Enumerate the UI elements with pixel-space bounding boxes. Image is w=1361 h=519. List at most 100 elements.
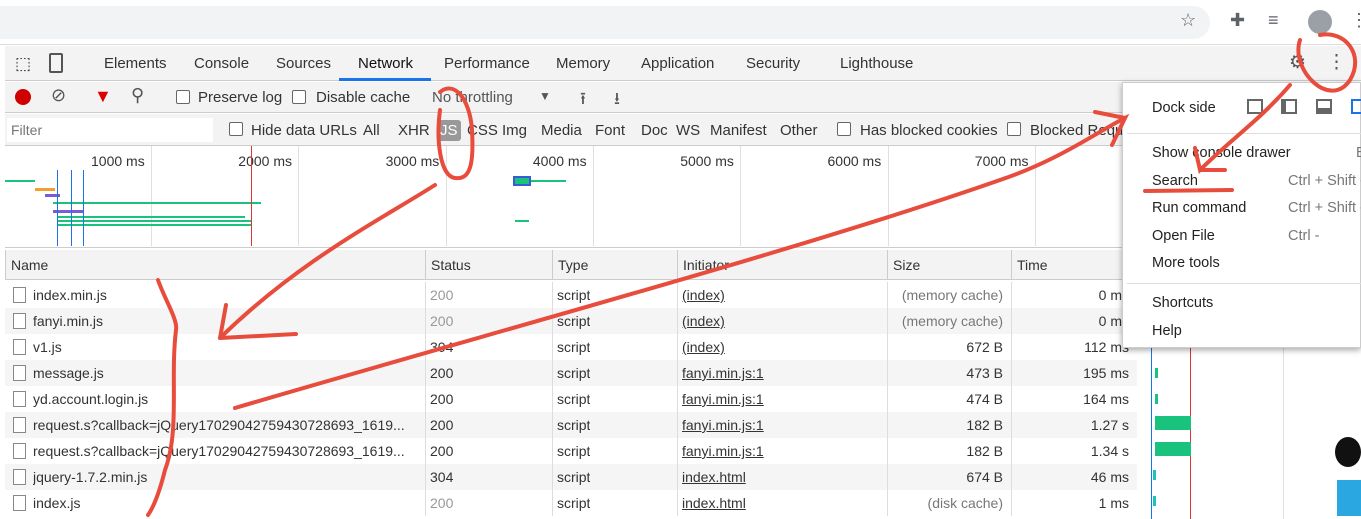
cell-initiator[interactable]: index.html bbox=[682, 495, 746, 511]
tab-memory[interactable]: Memory bbox=[556, 55, 610, 72]
table-row[interactable]: yd.account.login.js 200 script fanyi.min.js… bbox=[5, 386, 1137, 412]
tab-security[interactable]: Security bbox=[746, 55, 800, 72]
star-icon[interactable]: ☆ bbox=[1180, 10, 1196, 31]
column-divider bbox=[887, 490, 888, 516]
column-divider bbox=[552, 490, 553, 516]
dock-bottom-icon[interactable] bbox=[1316, 99, 1332, 114]
table-row[interactable]: request.s?callback=jQuery170290427594307… bbox=[5, 438, 1137, 464]
import-har-icon[interactable]: ⭱ bbox=[580, 86, 586, 115]
clear-icon[interactable]: ⊘ bbox=[51, 85, 66, 106]
export-har-icon[interactable]: ⭳ bbox=[614, 86, 620, 115]
column-header-type[interactable]: Type bbox=[552, 250, 677, 279]
column-header-size[interactable]: Size bbox=[887, 250, 1011, 279]
network-overview[interactable]: 1000 ms 2000 ms 3000 ms 4000 ms 5000 ms 6000 … bbox=[5, 146, 1137, 248]
inspect-icon[interactable]: ⬚ bbox=[15, 54, 31, 74]
filter-type-js[interactable]: JS bbox=[437, 120, 461, 141]
tab-lighthouse[interactable]: Lighthouse bbox=[840, 55, 913, 72]
grid-line bbox=[740, 146, 742, 246]
dock-right-icon[interactable] bbox=[1351, 99, 1361, 114]
filter-type-xhr[interactable]: XHR bbox=[398, 122, 430, 139]
filter-type-ws[interactable]: WS bbox=[676, 122, 700, 139]
column-divider bbox=[887, 360, 888, 386]
filter-input[interactable] bbox=[7, 118, 213, 142]
filter-type-font[interactable]: Font bbox=[595, 122, 625, 139]
menu-item-help[interactable]: Help bbox=[1152, 323, 1182, 339]
settings-gear-icon[interactable]: ⚙ bbox=[1289, 51, 1306, 74]
more-options-icon[interactable]: ⋮ bbox=[1327, 51, 1346, 74]
filter-type-doc[interactable]: Doc bbox=[641, 122, 668, 139]
avatar[interactable] bbox=[1308, 10, 1332, 34]
cell-size: 182 B bbox=[966, 443, 1003, 459]
preserve-log-checkbox[interactable] bbox=[176, 90, 190, 104]
column-header-status[interactable]: Status bbox=[425, 250, 552, 279]
more-icon[interactable]: ⋮ bbox=[1350, 10, 1361, 31]
filter-type-other[interactable]: Other bbox=[780, 122, 818, 139]
hide-data-urls-checkbox[interactable] bbox=[229, 122, 243, 136]
column-divider bbox=[677, 412, 678, 438]
column-divider bbox=[1011, 438, 1012, 464]
dropdown-arrow-icon[interactable]: ▼ bbox=[539, 89, 551, 103]
table-row[interactable]: fanyi.min.js 200 script (index) (memory cach… bbox=[5, 308, 1137, 334]
dock-undock-icon[interactable] bbox=[1247, 99, 1263, 114]
menu-item-more-tools[interactable]: More tools bbox=[1152, 255, 1220, 271]
column-divider bbox=[677, 490, 678, 516]
tab-network[interactable]: Network bbox=[358, 55, 413, 72]
filter-type-manifest[interactable]: Manifest bbox=[710, 122, 767, 139]
column-divider bbox=[425, 464, 426, 490]
tab-console[interactable]: Console bbox=[194, 55, 249, 72]
cell-initiator[interactable]: fanyi.min.js:1 bbox=[682, 365, 764, 381]
menu-item-shortcuts[interactable]: Shortcuts bbox=[1152, 295, 1213, 311]
filter-type-media[interactable]: Media bbox=[541, 122, 582, 139]
throttling-select[interactable]: No throttling bbox=[432, 89, 513, 106]
cell-initiator[interactable]: fanyi.min.js:1 bbox=[682, 417, 764, 433]
filter-type-img[interactable]: Img bbox=[502, 122, 527, 139]
address-bar[interactable] bbox=[0, 6, 1210, 39]
cell-name: request.s?callback=jQuery170290427594307… bbox=[33, 443, 405, 459]
table-row[interactable]: v1.js 304 script (index) 672 B 112 ms bbox=[5, 334, 1137, 360]
tab-performance[interactable]: Performance bbox=[444, 55, 530, 72]
filter-icon[interactable]: ▼ bbox=[94, 86, 112, 107]
column-header-label: Name bbox=[11, 257, 49, 273]
table-row[interactable]: index.js 200 script index.html (disk cache) 1… bbox=[5, 490, 1137, 516]
column-header-initiator[interactable]: Initiator bbox=[677, 250, 887, 279]
table-row[interactable]: index.min.js 200 script (index) (memory cach… bbox=[5, 282, 1137, 308]
cell-name: index.min.js bbox=[33, 287, 107, 303]
cell-initiator[interactable]: (index) bbox=[682, 339, 725, 355]
disable-cache-checkbox[interactable] bbox=[292, 90, 306, 104]
column-header-time[interactable]: Time bbox=[1011, 250, 1137, 279]
tab-elements[interactable]: Elements bbox=[104, 55, 167, 72]
menu-item-open-file[interactable]: Open File bbox=[1152, 228, 1215, 244]
table-row[interactable]: request.s?callback=jQuery170290427594307… bbox=[5, 412, 1137, 438]
cell-initiator[interactable]: fanyi.min.js:1 bbox=[682, 443, 764, 459]
tab-sources[interactable]: Sources bbox=[276, 55, 331, 72]
cell-time: 0 ms bbox=[1098, 287, 1129, 303]
blocked-requests-checkbox[interactable] bbox=[1007, 122, 1021, 136]
dock-left-icon[interactable] bbox=[1281, 99, 1297, 114]
cell-time: 1.27 s bbox=[1090, 417, 1129, 433]
cell-initiator[interactable]: (index) bbox=[682, 287, 725, 303]
device-toggle-icon[interactable] bbox=[49, 53, 63, 73]
table-row[interactable]: message.js 200 script fanyi.min.js:1 473 B 19… bbox=[5, 360, 1137, 386]
column-header-name[interactable]: Name bbox=[5, 250, 425, 279]
record-icon[interactable] bbox=[15, 89, 31, 105]
cell-initiator[interactable]: fanyi.min.js:1 bbox=[682, 391, 764, 407]
column-divider bbox=[1011, 412, 1012, 438]
cell-initiator[interactable]: (index) bbox=[682, 313, 725, 329]
cell-initiator[interactable]: index.html bbox=[682, 469, 746, 485]
search-icon[interactable]: ⚲ bbox=[131, 85, 144, 106]
blocked-requests-label: Blocked Requ bbox=[1030, 122, 1124, 139]
extensions-icon[interactable]: ✚ bbox=[1230, 10, 1245, 31]
filter-type-all[interactable]: All bbox=[363, 122, 380, 139]
column-divider bbox=[552, 464, 553, 490]
tab-application[interactable]: Application bbox=[641, 55, 714, 72]
cell-type: script bbox=[557, 495, 591, 511]
blocked-cookies-checkbox[interactable] bbox=[837, 122, 851, 136]
menu-item-show-console-drawer[interactable]: Show console drawer bbox=[1152, 145, 1291, 161]
table-row[interactable]: jquery-1.7.2.min.js 304 script index.html 67… bbox=[5, 464, 1137, 490]
filter-type-css[interactable]: CSS bbox=[467, 122, 498, 139]
floating-widget-icon[interactable] bbox=[1335, 437, 1361, 467]
media-queue-icon[interactable]: ≡ bbox=[1268, 10, 1279, 31]
eye-widget-icon[interactable] bbox=[1337, 480, 1361, 516]
menu-item-search[interactable]: Search bbox=[1152, 173, 1198, 189]
menu-item-run-command[interactable]: Run command bbox=[1152, 200, 1246, 216]
